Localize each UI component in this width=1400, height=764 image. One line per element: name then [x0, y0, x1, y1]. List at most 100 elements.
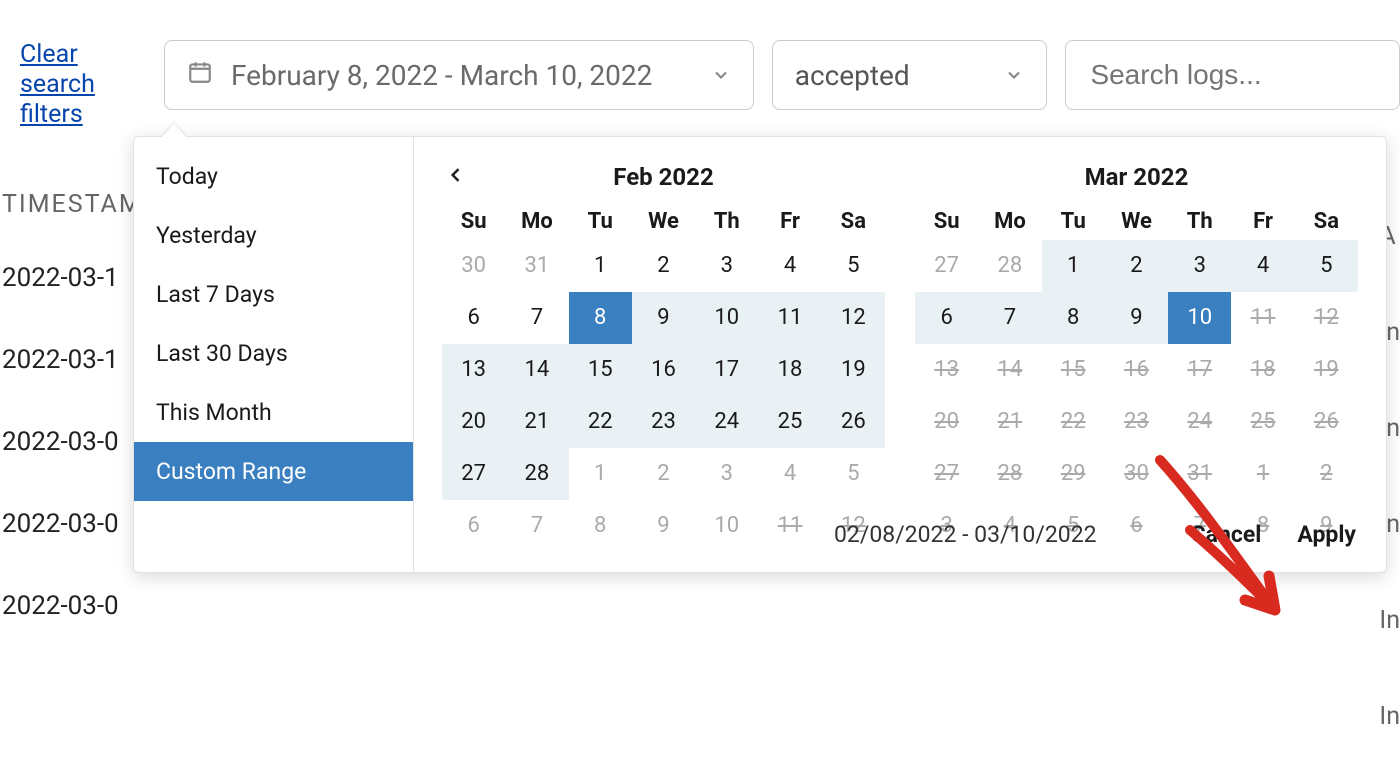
calendar-day: 27	[915, 448, 978, 500]
calendar-day[interactable]: 11	[758, 292, 821, 344]
calendar-day[interactable]: 21	[505, 396, 568, 448]
calendar-day: 20	[915, 396, 978, 448]
calendar-day[interactable]: 3	[1168, 240, 1231, 292]
calendar-day: 1	[1231, 448, 1294, 500]
calendar-day[interactable]: 26	[822, 396, 885, 448]
status-selector[interactable]: accepted	[772, 40, 1048, 110]
weekday-row: SuMoTuWeThFrSa	[442, 209, 885, 234]
weekday-label: Sa	[822, 209, 885, 234]
calendar-day: 25	[1231, 396, 1294, 448]
calendar-day[interactable]: 22	[569, 396, 632, 448]
calendar-day[interactable]: 14	[505, 344, 568, 396]
weekday-label: Sa	[1295, 209, 1358, 234]
calendar-day[interactable]: 28	[505, 448, 568, 500]
search-input[interactable]	[1088, 58, 1377, 92]
preset-last-7[interactable]: Last 7 Days	[134, 265, 413, 324]
calendar-day[interactable]: 5	[822, 448, 885, 500]
calendar-day[interactable]: 27	[915, 240, 978, 292]
table-row[interactable]: 2022-03-0	[0, 565, 1400, 647]
calendar-month-left: Feb 2022 SuMoTuWeThFrSa 3031123456789101…	[442, 155, 885, 552]
calendar-day[interactable]: 9	[1105, 292, 1168, 344]
calendar-day[interactable]: 4	[758, 240, 821, 292]
popover-arrow	[162, 123, 186, 137]
calendar-day[interactable]: 2	[632, 448, 695, 500]
calendar-day[interactable]: 17	[695, 344, 758, 396]
calendar-day: 15	[1042, 344, 1105, 396]
calendar-day: 13	[915, 344, 978, 396]
clear-filters-link[interactable]: Clear search filters	[20, 40, 108, 130]
calendar-day[interactable]: 6	[442, 292, 505, 344]
calendar-month-right: Mar 2022 SuMoTuWeThFrSa 2728123456789101…	[915, 155, 1358, 552]
preset-last-30[interactable]: Last 30 Days	[134, 324, 413, 383]
preset-this-month[interactable]: This Month	[134, 383, 413, 442]
weekday-label: Th	[695, 209, 758, 234]
calendar-day[interactable]: 10	[1168, 292, 1231, 344]
calendar-day[interactable]: 15	[569, 344, 632, 396]
calendar-day[interactable]: 8	[1042, 292, 1105, 344]
selected-range-text: 02/08/2022 - 03/10/2022	[834, 521, 1097, 548]
calendar-day: 16	[1105, 344, 1168, 396]
calendar-day[interactable]: 12	[822, 292, 885, 344]
calendar-day[interactable]: 16	[632, 344, 695, 396]
apply-button[interactable]: Apply	[1297, 521, 1356, 548]
calendar-day[interactable]: 1	[1042, 240, 1105, 292]
daterange-label: February 8, 2022 - March 10, 2022	[231, 59, 652, 92]
weekday-label: Fr	[1231, 209, 1294, 234]
calendar-day: 29	[1042, 448, 1105, 500]
month-title: Mar 2022	[1085, 163, 1189, 191]
calendar-day: 2	[1295, 448, 1358, 500]
calendar-day: 30	[1105, 448, 1168, 500]
calendar-day[interactable]: 20	[442, 396, 505, 448]
preset-today[interactable]: Today	[134, 147, 413, 206]
prev-month-button[interactable]	[446, 163, 466, 191]
calendar-icon	[187, 59, 213, 92]
calendar-day[interactable]: 3	[695, 448, 758, 500]
calendar-day: 21	[978, 396, 1041, 448]
calendar-day[interactable]: 24	[695, 396, 758, 448]
weekday-label: Tu	[1042, 209, 1105, 234]
weekday-label: Tu	[569, 209, 632, 234]
calendar-day: 23	[1105, 396, 1168, 448]
calendar-day: 22	[1042, 396, 1105, 448]
calendar-day[interactable]: 13	[442, 344, 505, 396]
preset-yesterday[interactable]: Yesterday	[134, 206, 413, 265]
calendar-day: 14	[978, 344, 1041, 396]
calendar-day[interactable]: 10	[695, 292, 758, 344]
calendar-day[interactable]: 3	[695, 240, 758, 292]
calendar-day[interactable]: 2	[632, 240, 695, 292]
search-input-wrap[interactable]	[1065, 40, 1400, 110]
calendar-day[interactable]: 18	[758, 344, 821, 396]
weekday-label: Mo	[978, 209, 1041, 234]
cancel-button[interactable]: Cancel	[1191, 521, 1262, 548]
calendar-day[interactable]: 25	[758, 396, 821, 448]
calendar-day[interactable]: 1	[569, 448, 632, 500]
weekday-label: Su	[442, 209, 505, 234]
calendar-day[interactable]: 2	[1105, 240, 1168, 292]
calendar-day[interactable]: 6	[915, 292, 978, 344]
preset-custom-range[interactable]: Custom Range	[134, 442, 413, 501]
calendar-day[interactable]: 30	[442, 240, 505, 292]
calendar-day[interactable]: 7	[505, 292, 568, 344]
picker-footer: 02/08/2022 - 03/10/2022 Cancel Apply	[134, 497, 1386, 572]
calendar-day[interactable]: 27	[442, 448, 505, 500]
calendar-day[interactable]: 23	[632, 396, 695, 448]
calendar-day[interactable]: 31	[505, 240, 568, 292]
chevron-down-icon	[711, 59, 731, 92]
calendar-day[interactable]: 7	[978, 292, 1041, 344]
calendar-day[interactable]: 4	[1231, 240, 1294, 292]
calendar-day: 12	[1295, 292, 1358, 344]
calendar-day[interactable]: 19	[822, 344, 885, 396]
month-title: Feb 2022	[613, 163, 713, 191]
calendar-day: 24	[1168, 396, 1231, 448]
weekday-label: Fr	[758, 209, 821, 234]
calendar-day[interactable]: 5	[1295, 240, 1358, 292]
calendar-day[interactable]: 4	[758, 448, 821, 500]
calendar-day: 17	[1168, 344, 1231, 396]
calendar-day[interactable]: 1	[569, 240, 632, 292]
weekday-row: SuMoTuWeThFrSa	[915, 209, 1358, 234]
daterange-selector[interactable]: February 8, 2022 - March 10, 2022	[164, 40, 754, 110]
calendar-day[interactable]: 5	[822, 240, 885, 292]
calendar-day[interactable]: 9	[632, 292, 695, 344]
calendar-day[interactable]: 8	[569, 292, 632, 344]
calendar-day[interactable]: 28	[978, 240, 1041, 292]
